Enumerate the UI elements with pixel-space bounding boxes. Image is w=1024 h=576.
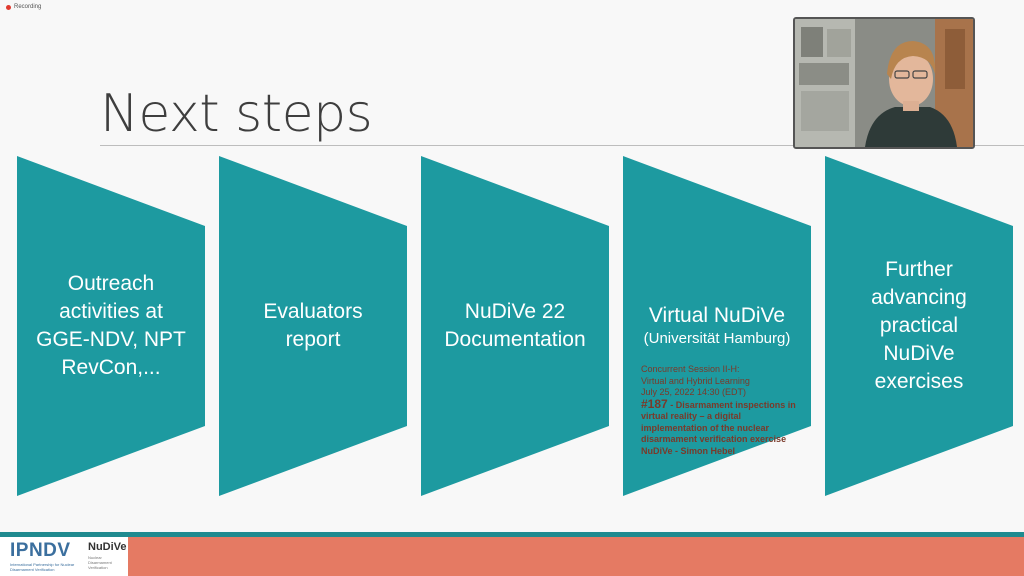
step-arrow-2: Evaluators report: [219, 156, 407, 496]
step-arrow-5: Further advancing practical NuDiVe exerc…: [825, 156, 1013, 496]
recording-label: Recording: [14, 4, 42, 10]
step-label: Further advancing practical NuDiVe exerc…: [871, 258, 967, 393]
step-label: NuDiVe 22 Documentation: [444, 300, 586, 351]
recording-indicator: Recording: [6, 4, 41, 10]
talk-number: #187: [641, 396, 668, 411]
webcam-feed-image: [795, 19, 973, 147]
step-arrow-1: Outreach activities at GGE-NDV, NPT RevC…: [17, 156, 205, 496]
step-label: Outreach activities at GGE-NDV, NPT RevC…: [36, 272, 186, 379]
session-track: Virtual and Hybrid Learning: [641, 375, 750, 386]
step-arrow-3: NuDiVe 22 Documentation: [421, 156, 609, 496]
ipndv-logo-subtitle: International Partnership for Nuclear Di…: [10, 562, 75, 572]
step-sublabel: (Universität Hamburg): [643, 330, 791, 347]
footer-band: [0, 537, 1024, 576]
webcam-video[interactable]: [793, 17, 975, 149]
slide-title: Next steps: [100, 84, 373, 144]
step-label: Evaluators report: [263, 300, 363, 351]
session-info: Concurrent Session II-H: Virtual and Hyb…: [641, 364, 809, 457]
nudive-logo: NuDiVe: [88, 541, 127, 553]
step-arrow-4: Virtual NuDiVe (Universität Hamburg) Con…: [623, 156, 811, 496]
ipndv-logo: IPNDV: [10, 540, 71, 561]
step-label: Virtual NuDiVe: [648, 304, 786, 327]
nudive-logo-subtitle: Nuclear Disarmament Verification: [88, 555, 112, 570]
record-dot-icon: [6, 4, 11, 10]
session-title: Concurrent Session II-H:: [641, 364, 740, 374]
step-label-block: Virtual NuDiVe (Universität Hamburg): [623, 302, 811, 348]
